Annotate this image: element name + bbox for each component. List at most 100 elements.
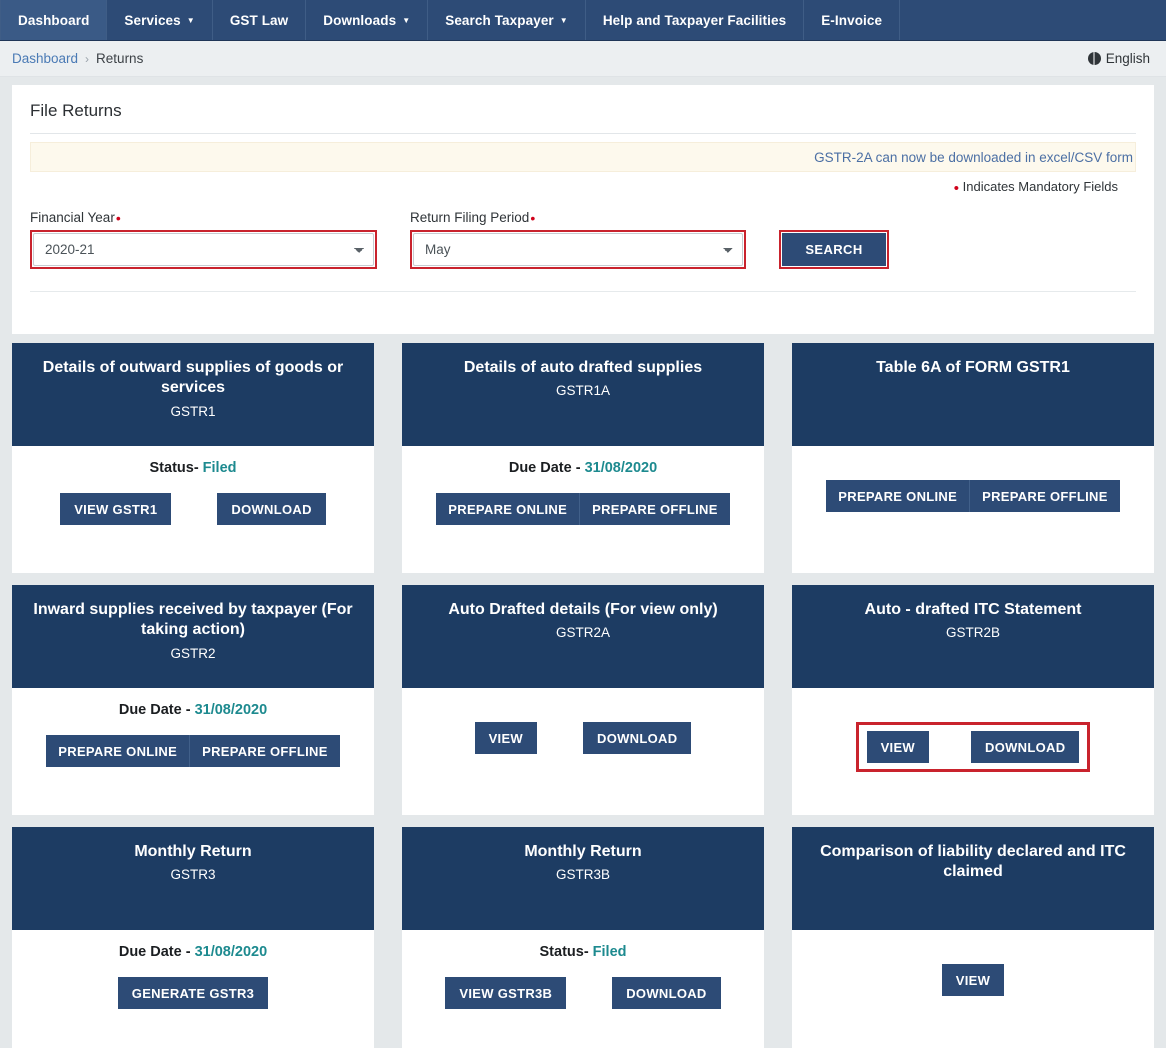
card-button-row: VIEW DOWNLOAD bbox=[412, 722, 754, 754]
return-filing-period-select[interactable]: JanuaryFebruaryMarchAprilMayJuneJulyAugu… bbox=[413, 233, 743, 266]
nav-item-e-invoice[interactable]: E-Invoice bbox=[804, 0, 900, 40]
due-date-line: Due Date -31/08/2020 bbox=[119, 702, 267, 718]
status-badge: Filed bbox=[203, 460, 237, 476]
return-filing-period-field: Return Filing Period• JanuaryFebruaryMar… bbox=[410, 209, 746, 269]
card-body: Due Date -31/08/2020 PREPARE ONLINEPREPAR… bbox=[12, 688, 374, 815]
card-button-row: GENERATE GSTR3 bbox=[22, 977, 364, 1009]
prepare-offline-button[interactable]: PREPARE OFFLINE bbox=[189, 735, 340, 767]
meta-label: Status- bbox=[150, 460, 199, 476]
button-group: VIEW bbox=[942, 964, 1004, 996]
generate-gstr3-button[interactable]: GENERATE GSTR3 bbox=[118, 977, 268, 1009]
view-button[interactable]: VIEW bbox=[475, 722, 537, 754]
card-subtitle: GSTR3B bbox=[556, 867, 610, 882]
globe-icon bbox=[1088, 52, 1101, 65]
card-button-row: VIEW GSTR1 DOWNLOAD bbox=[22, 493, 364, 525]
view-button[interactable]: VIEW bbox=[942, 964, 1004, 996]
view-button[interactable]: VIEW bbox=[867, 731, 929, 763]
chevron-down-icon: ▼ bbox=[187, 17, 195, 25]
return-card-comparison-of-liability-declared-and-itc-claimed: Comparison of liability declared and ITC… bbox=[792, 827, 1154, 1048]
search-button[interactable]: SEARCH bbox=[782, 233, 886, 266]
card-header: Auto - drafted ITC Statement GSTR2B bbox=[792, 585, 1154, 688]
notice-banner: GSTR-2A can now be downloaded in excel/C… bbox=[30, 142, 1136, 172]
card-body: Status-Filed VIEW GSTR1 DOWNLOAD bbox=[12, 446, 374, 573]
view-gstr3b-button[interactable]: VIEW GSTR3B bbox=[445, 977, 566, 1009]
card-body: Due Date -31/08/2020 GENERATE GSTR3 bbox=[12, 930, 374, 1048]
card-subtitle: GSTR1A bbox=[556, 383, 610, 398]
prepare-offline-button[interactable]: PREPARE OFFLINE bbox=[579, 493, 730, 525]
nav-item-label: Downloads bbox=[323, 13, 396, 28]
card-header: Auto Drafted details (For view only)GSTR… bbox=[402, 585, 764, 688]
search-button-highlight: SEARCH bbox=[779, 230, 889, 269]
card-body: VIEW DOWNLOAD bbox=[792, 688, 1154, 815]
prepare-online-button[interactable]: PREPARE ONLINE bbox=[436, 493, 579, 525]
view-gstr1-button[interactable]: VIEW GSTR1 bbox=[60, 493, 171, 525]
nav-item-dashboard[interactable]: Dashboard bbox=[0, 0, 107, 40]
card-subtitle: GSTR1 bbox=[170, 404, 215, 419]
button-group: GENERATE GSTR3 bbox=[118, 977, 268, 1009]
mandatory-fields-note: • Indicates Mandatory Fields bbox=[30, 172, 1136, 195]
nav-item-services[interactable]: Services▼ bbox=[107, 0, 212, 40]
nav-item-downloads[interactable]: Downloads ▼ bbox=[306, 0, 428, 40]
card-title: Inward supplies received by taxpayer (Fo… bbox=[22, 600, 364, 641]
nav-item-gst-law[interactable]: GST Law bbox=[213, 0, 306, 40]
chevron-down-icon: ▼ bbox=[560, 17, 568, 25]
card-title: Table 6A of FORM GSTR1 bbox=[876, 358, 1070, 378]
return-card-table-6a-of-form-gstr1: Table 6A of FORM GSTR1 PREPARE ONLINEPREP… bbox=[792, 343, 1154, 573]
nav-item-search-taxpayer[interactable]: Search Taxpayer▼ bbox=[428, 0, 586, 40]
download-button[interactable]: DOWNLOAD bbox=[612, 977, 720, 1009]
card-title: Details of outward supplies of goods or … bbox=[22, 358, 364, 399]
financial-year-field: Financial Year• 2017-182018-192019-20202… bbox=[30, 209, 377, 269]
prepare-online-button[interactable]: PREPARE ONLINE bbox=[46, 735, 189, 767]
return-card-gstr2b: Auto - drafted ITC Statement GSTR2B VIEW DO… bbox=[792, 585, 1154, 815]
search-form: Financial Year• 2017-182018-192019-20202… bbox=[30, 195, 1136, 292]
due-date-line: Due Date -31/08/2020 bbox=[119, 944, 267, 960]
download-button[interactable]: DOWNLOAD bbox=[971, 731, 1079, 763]
card-subtitle: GSTR2 bbox=[170, 646, 215, 661]
card-header: Details of outward supplies of goods or … bbox=[12, 343, 374, 446]
required-asterisk: • bbox=[116, 210, 121, 226]
card-subtitle: GSTR3 bbox=[170, 867, 215, 882]
due-date-value: 31/08/2020 bbox=[585, 460, 658, 476]
due-date-value: 31/08/2020 bbox=[195, 944, 268, 960]
breadcrumb-home-link[interactable]: Dashboard bbox=[12, 51, 78, 66]
button-group: PREPARE ONLINEPREPARE OFFLINE bbox=[436, 493, 729, 525]
card-body: Status-Filed VIEW GSTR3B DOWNLOAD bbox=[402, 930, 764, 1048]
download-button[interactable]: DOWNLOAD bbox=[583, 722, 691, 754]
button-group: VIEW DOWNLOAD bbox=[475, 722, 692, 754]
card-body: VIEW DOWNLOAD bbox=[402, 688, 764, 815]
card-header: Monthly ReturnGSTR3B bbox=[402, 827, 764, 930]
button-group: VIEW DOWNLOAD bbox=[867, 731, 1080, 763]
language-label: English bbox=[1106, 51, 1150, 66]
panel-footer-space bbox=[30, 292, 1136, 334]
card-header: Monthly ReturnGSTR3 bbox=[12, 827, 374, 930]
status-line: Status-Filed bbox=[540, 944, 627, 960]
download-button[interactable]: DOWNLOAD bbox=[217, 493, 325, 525]
highlight-box: VIEW DOWNLOAD bbox=[856, 722, 1091, 772]
card-title: Auto - drafted ITC Statement bbox=[865, 600, 1082, 620]
return-card-gstr1a: Details of auto drafted suppliesGSTR1ADu… bbox=[402, 343, 764, 573]
prepare-offline-button[interactable]: PREPARE OFFLINE bbox=[969, 480, 1120, 512]
card-title: Auto Drafted details (For view only) bbox=[448, 600, 717, 620]
button-group: VIEW GSTR3B DOWNLOAD bbox=[445, 977, 720, 1009]
financial-year-select[interactable]: 2017-182018-192019-202020-21 bbox=[33, 233, 374, 266]
breadcrumb-separator: › bbox=[85, 52, 89, 66]
language-selector[interactable]: English bbox=[1088, 51, 1150, 66]
return-card-gstr3b: Monthly ReturnGSTR3B Status-Filed VIEW GST… bbox=[402, 827, 764, 1048]
returns-card-grid: Details of outward supplies of goods or … bbox=[12, 343, 1154, 1048]
nav-item-help-and-taxpayer-facilities[interactable]: Help and Taxpayer Facilities bbox=[586, 0, 804, 40]
card-body: VIEW bbox=[792, 930, 1154, 1048]
return-card-gstr3: Monthly ReturnGSTR3 Due Date -31/08/2020 G… bbox=[12, 827, 374, 1048]
chevron-down-icon: ▼ bbox=[402, 17, 410, 25]
card-title: Details of auto drafted supplies bbox=[464, 358, 702, 378]
prepare-online-button[interactable]: PREPARE ONLINE bbox=[826, 480, 969, 512]
card-header: Inward supplies received by taxpayer (Fo… bbox=[12, 585, 374, 688]
notice-text: GSTR-2A can now be downloaded in excel/C… bbox=[814, 150, 1135, 165]
card-subtitle: GSTR2B bbox=[946, 625, 1000, 640]
nav-item-label: E-Invoice bbox=[821, 13, 882, 28]
return-card-gstr2a: Auto Drafted details (For view only)GSTR… bbox=[402, 585, 764, 815]
meta-label: Due Date - bbox=[119, 702, 191, 718]
return-filing-period-highlight: JanuaryFebruaryMarchAprilMayJuneJulyAugu… bbox=[410, 230, 746, 269]
return-card-gstr1: Details of outward supplies of goods or … bbox=[12, 343, 374, 573]
financial-year-highlight: 2017-182018-192019-202020-21 bbox=[30, 230, 377, 269]
return-filing-period-label: Return Filing Period• bbox=[410, 209, 746, 225]
